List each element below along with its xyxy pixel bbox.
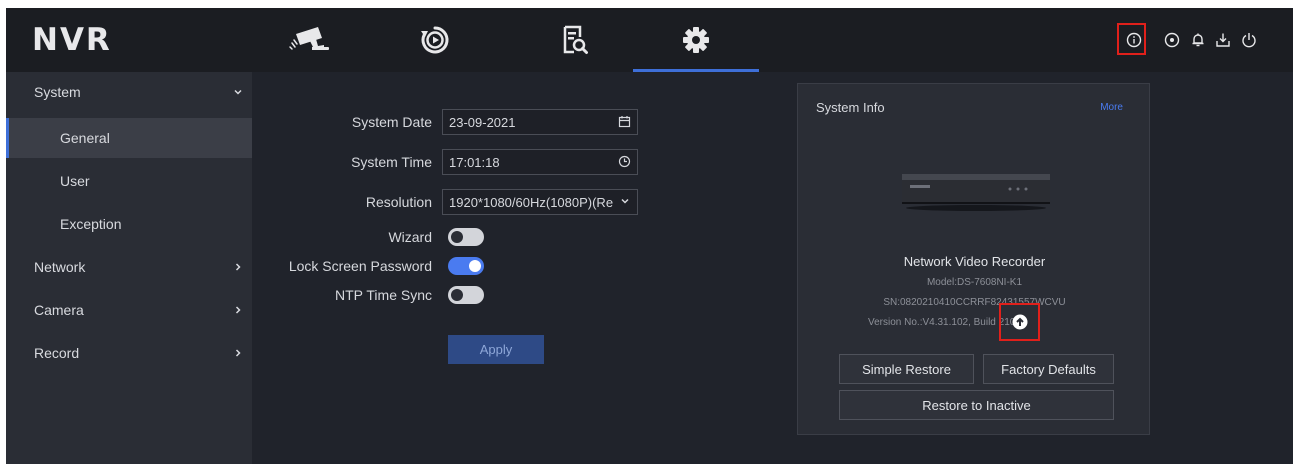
sidebar-item-label: General: [60, 130, 110, 146]
settings-gear-icon: [682, 26, 710, 54]
system-date-label: System Date: [351, 114, 432, 130]
upgrade-icon[interactable]: [1012, 314, 1028, 330]
restore-to-inactive-button[interactable]: Restore to Inactive: [839, 390, 1114, 420]
sidebar-item-record[interactable]: Record: [6, 333, 252, 373]
device-model: Model:DS-7608NI-K1: [926, 277, 1023, 288]
sidebar-item-label: Exception: [60, 216, 122, 232]
sidebar-item-label: System: [34, 84, 81, 100]
wizard-toggle[interactable]: [448, 228, 484, 246]
nav-tab-configuration[interactable]: [633, 8, 759, 72]
resolution-select[interactable]: 1920*1080/60Hz(1080P)(Re: [442, 189, 638, 215]
more-link[interactable]: More: [1100, 102, 1123, 113]
playback-icon: [420, 25, 450, 55]
clock-icon[interactable]: [618, 155, 631, 171]
factory-defaults-button[interactable]: Factory Defaults: [983, 354, 1114, 384]
lock-screen-password-toggle[interactable]: [448, 257, 484, 275]
nav-tab-playback[interactable]: [372, 8, 498, 72]
wizard-label: Wizard: [388, 229, 432, 245]
system-date-value: 23-09-2021: [449, 114, 516, 130]
chevron-down-icon: [619, 195, 631, 210]
sidebar-item-label: User: [60, 173, 90, 189]
nav-tab-file-search[interactable]: [512, 8, 638, 72]
app-logo: NVR: [32, 22, 112, 58]
device-name: Network Video Recorder: [903, 254, 1046, 269]
system-time-value: 17:01:18: [449, 154, 500, 170]
nav-tab-live-view[interactable]: [246, 8, 372, 72]
nvr-device-image: [898, 166, 1054, 217]
device-serial: SN:0820210410CCRRF82431557WCVU: [883, 297, 1066, 308]
lock-screen-password-label: Lock Screen Password: [288, 258, 432, 274]
power-icon[interactable]: [1238, 29, 1260, 51]
sidebar-item-label: Record: [34, 345, 80, 361]
sidebar-item-system[interactable]: System: [6, 72, 252, 112]
system-date-field[interactable]: 23-09-2021: [442, 109, 638, 135]
resolution-label: Resolution: [365, 194, 432, 210]
camera-icon: [288, 25, 330, 55]
calendar-icon[interactable]: [618, 115, 631, 131]
system-time-field[interactable]: 17:01:18: [442, 149, 638, 175]
resolution-value: 1920*1080/60Hz(1080P)(Re: [449, 194, 614, 210]
system-info-panel: System Info More Network Video Recorder …: [797, 83, 1150, 435]
search-files-icon: [562, 25, 588, 55]
chevron-right-icon: [232, 303, 244, 319]
simple-restore-button[interactable]: Simple Restore: [839, 354, 974, 384]
system-info-title: System Info: [816, 100, 885, 115]
chevron-down-icon: [232, 85, 244, 101]
ntp-time-sync-label: NTP Time Sync: [335, 287, 432, 303]
chevron-right-icon: [232, 346, 244, 362]
sidebar-item-label: Camera: [34, 302, 84, 318]
download-icon[interactable]: [1212, 29, 1234, 51]
ntp-time-sync-toggle[interactable]: [448, 286, 484, 304]
sidebar-item-label: Network: [34, 259, 86, 275]
system-time-label: System Time: [351, 154, 432, 170]
bell-icon[interactable]: [1187, 29, 1209, 51]
nvr-screen: NVR System General User Exception Networ…: [6, 8, 1293, 464]
info-icon[interactable]: [1123, 29, 1145, 51]
top-bar: NVR: [6, 8, 1293, 72]
apply-button[interactable]: Apply: [448, 335, 544, 364]
target-icon[interactable]: [1161, 29, 1183, 51]
firmware-version: Version No.:V4.31.102, Build 21062: [868, 317, 1027, 328]
